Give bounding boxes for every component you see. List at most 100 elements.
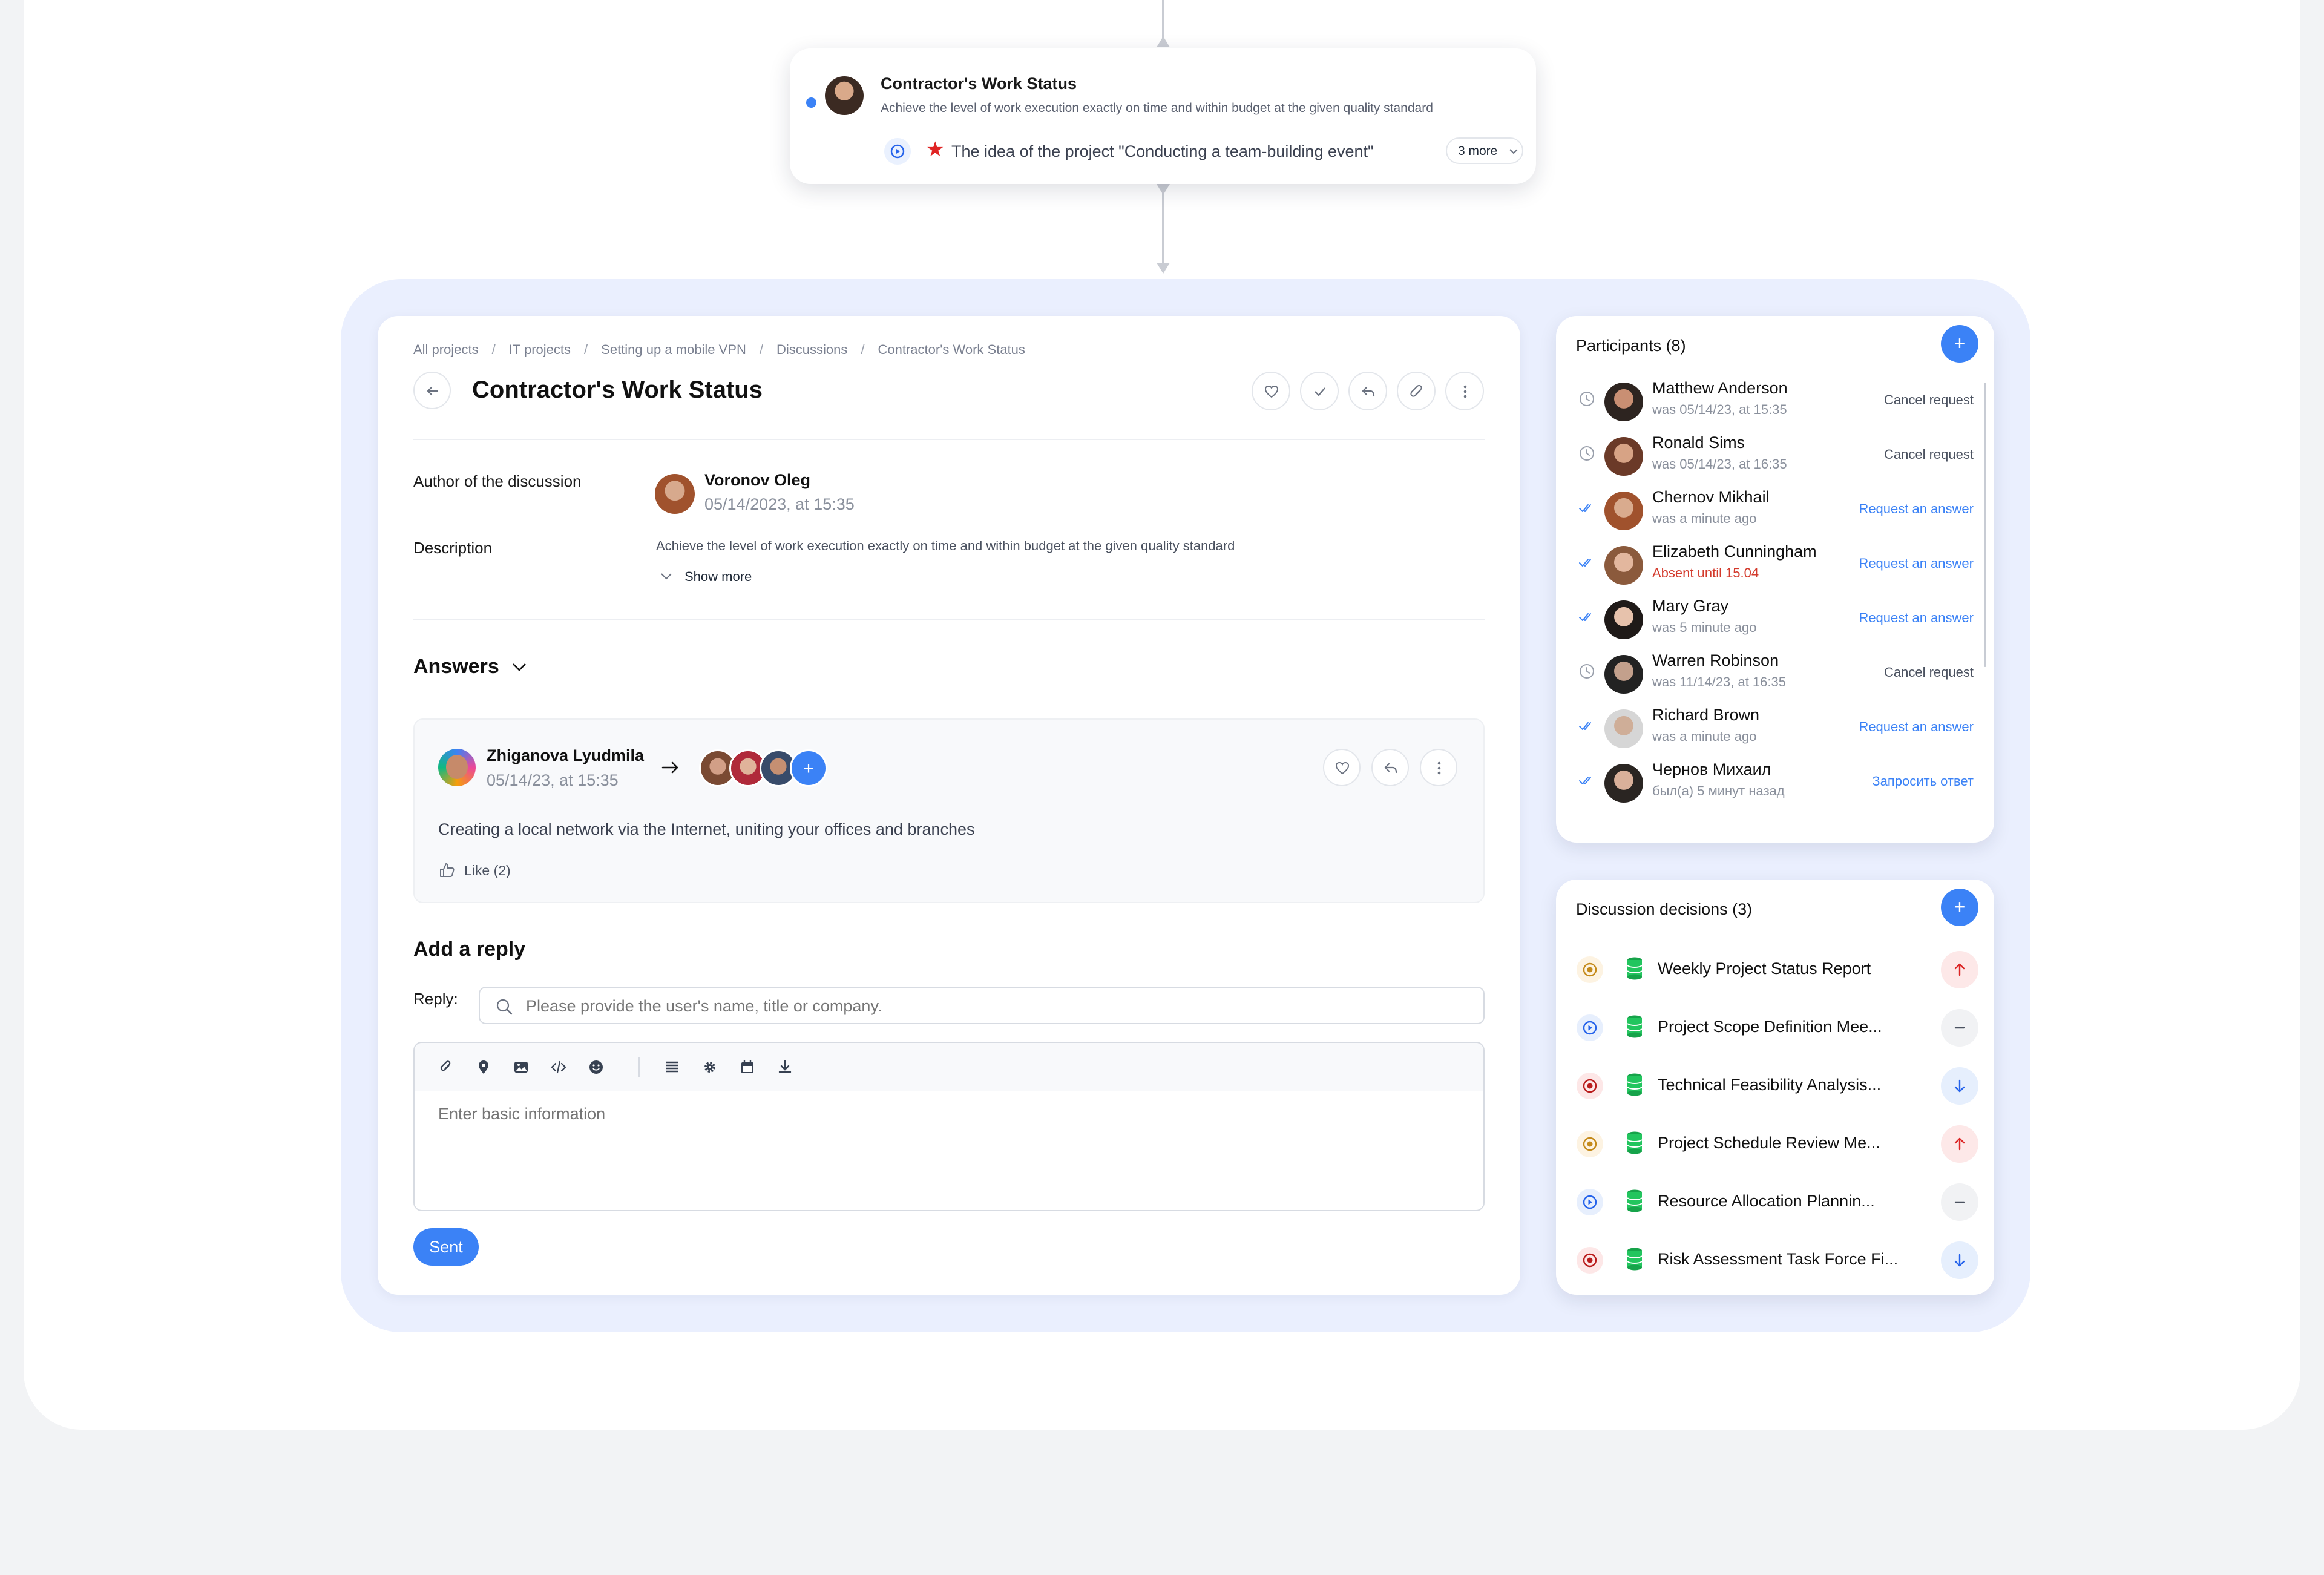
decision-name[interactable]: Project Schedule Review Me... — [1658, 1134, 1880, 1152]
decision-name[interactable]: Resource Allocation Plannin... — [1658, 1192, 1875, 1211]
decision-row[interactable]: Resource Allocation Plannin... — [1556, 1174, 1994, 1232]
back-button[interactable] — [413, 372, 451, 409]
cancel-request-button[interactable]: Cancel request — [1884, 665, 1974, 680]
target-icon — [1577, 956, 1603, 983]
participant-name[interactable]: Matthew Anderson — [1652, 379, 1788, 398]
clock-icon — [1580, 446, 1594, 461]
decision-name[interactable]: Technical Feasibility Analysis... — [1658, 1076, 1881, 1094]
add-reply-heading: Add a reply — [413, 938, 526, 961]
participant-name[interactable]: Chernov Mikhail — [1652, 488, 1770, 507]
participant-row: Chernov Mikhail was a minute ago Request a… — [1556, 485, 1994, 540]
discussion-node-card[interactable]: Contractor's Work Status Achieve the lev… — [790, 48, 1536, 184]
decision-name[interactable]: Project Scope Definition Mee... — [1658, 1018, 1882, 1036]
add-decision-button[interactable]: + — [1941, 889, 1978, 926]
recipient-search-field[interactable] — [479, 987, 1485, 1024]
calendar-icon[interactable] — [739, 1059, 756, 1076]
request-answer-button[interactable]: Request an answer — [1859, 610, 1974, 626]
discussion-card: All projects / IT projects / Setting up a mo… — [378, 316, 1520, 1295]
participant-status: was 11/14/23, at 16:35 — [1652, 674, 1786, 689]
play-icon — [1577, 1014, 1603, 1041]
chevron-down-icon — [661, 573, 672, 580]
cancel-request-button[interactable]: Cancel request — [1884, 447, 1974, 462]
decision-row[interactable]: Technical Feasibility Analysis... — [1556, 1058, 1994, 1116]
database-icon — [1627, 1015, 1643, 1038]
request-answer-button[interactable]: Запросить ответ — [1872, 774, 1974, 789]
add-recipient-button[interactable]: + — [790, 749, 827, 787]
participant-name[interactable]: Richard Brown — [1652, 706, 1759, 725]
answer-author-name[interactable]: Zhiganova Lyudmila — [487, 746, 644, 765]
paperclip-icon[interactable] — [438, 1059, 455, 1076]
breadcrumb-link[interactable]: IT projects — [509, 342, 571, 357]
like-count-button[interactable]: Like (2) — [438, 863, 511, 879]
add-participant-button[interactable]: + — [1941, 325, 1978, 363]
request-answer-button[interactable]: Request an answer — [1859, 719, 1974, 735]
double-check-icon — [1579, 504, 1591, 512]
priority-button[interactable] — [1941, 951, 1978, 988]
participant-name[interactable]: Mary Gray — [1652, 597, 1728, 616]
breadcrumb-link[interactable]: All projects — [413, 342, 479, 357]
participant-name[interactable]: Ronald Sims — [1652, 433, 1745, 452]
emoji-icon[interactable] — [588, 1059, 605, 1076]
decision-name[interactable]: Weekly Project Status Report — [1658, 959, 1871, 978]
participant-status: was 5 minute ago — [1652, 620, 1757, 635]
double-check-icon — [1579, 559, 1591, 567]
project-idea-link[interactable]: The idea of the project "Conducting a te… — [951, 142, 1374, 161]
priority-button[interactable] — [1941, 1067, 1978, 1105]
decision-row[interactable]: Project Scope Definition Mee... — [1556, 1000, 1994, 1058]
connector-arrow-mid — [1157, 184, 1170, 195]
attach-button[interactable] — [1397, 372, 1436, 410]
minus-icon — [1954, 1201, 1965, 1203]
description-text: Achieve the level of work execution exac… — [656, 538, 1235, 553]
search-input[interactable] — [526, 994, 1470, 1018]
decision-row[interactable]: Weekly Project Status Report — [1556, 942, 1994, 1000]
chevron-down-icon[interactable] — [510, 660, 528, 674]
priority-button[interactable] — [1941, 1183, 1978, 1221]
answers-heading[interactable]: Answers — [413, 655, 499, 679]
double-check-icon — [1579, 722, 1591, 730]
author-date: 05/14/2023, at 15:35 — [704, 495, 855, 513]
list-icon[interactable] — [664, 1059, 681, 1076]
download-icon[interactable] — [776, 1059, 793, 1076]
like-button[interactable] — [1252, 372, 1290, 410]
participant-name[interactable]: Warren Robinson — [1652, 651, 1779, 670]
database-icon — [1627, 1189, 1643, 1212]
decision-name[interactable]: Risk Assessment Task Force Fi... — [1658, 1250, 1898, 1269]
priority-button[interactable] — [1941, 1241, 1978, 1279]
reply-button[interactable] — [1348, 372, 1387, 410]
dots-vertical-icon — [1463, 385, 1467, 398]
resolve-button[interactable] — [1300, 372, 1339, 410]
send-button[interactable]: Sent — [413, 1228, 479, 1266]
show-more-button[interactable]: Show more — [656, 569, 752, 585]
code-icon[interactable] — [550, 1059, 567, 1076]
location-pin-icon[interactable] — [475, 1059, 492, 1076]
reply-editor[interactable] — [413, 1042, 1485, 1211]
like-button[interactable] — [1323, 749, 1361, 786]
breadcrumb-link[interactable]: Setting up a mobile VPN — [601, 342, 746, 357]
reply-textarea[interactable] — [438, 1105, 1455, 1195]
participant-name[interactable]: Чернов Михаил — [1652, 760, 1771, 779]
request-answer-button[interactable]: Request an answer — [1859, 501, 1974, 517]
cancel-request-button[interactable]: Cancel request — [1884, 392, 1974, 408]
participant-row: Mary Gray was 5 minute ago Request an answ… — [1556, 594, 1994, 649]
participant-name[interactable]: Elizabeth Cunningham — [1652, 542, 1817, 561]
divider — [413, 439, 1485, 440]
decision-row[interactable]: Risk Assessment Task Force Fi... — [1556, 1232, 1994, 1291]
scrollbar[interactable] — [1984, 383, 1986, 667]
heart-icon — [1264, 385, 1279, 398]
gear-icon[interactable] — [701, 1059, 718, 1076]
more-dropdown[interactable]: 3 more — [1446, 137, 1523, 164]
target-icon — [1577, 1131, 1603, 1157]
more-options-button[interactable] — [1420, 749, 1457, 786]
paperclip-icon — [1410, 384, 1422, 397]
author-name[interactable]: Voronov Oleg — [704, 471, 810, 490]
priority-button[interactable] — [1941, 1125, 1978, 1163]
reply-button[interactable] — [1371, 749, 1409, 786]
request-answer-button[interactable]: Request an answer — [1859, 556, 1974, 571]
priority-button[interactable] — [1941, 1009, 1978, 1047]
more-options-button[interactable] — [1445, 372, 1484, 410]
participant-status: был(а) 5 минут назад — [1652, 783, 1785, 798]
decision-row[interactable]: Project Schedule Review Me... — [1556, 1116, 1994, 1174]
avatar — [1604, 655, 1643, 694]
image-icon[interactable] — [513, 1059, 530, 1076]
breadcrumb-link[interactable]: Discussions — [776, 342, 847, 357]
